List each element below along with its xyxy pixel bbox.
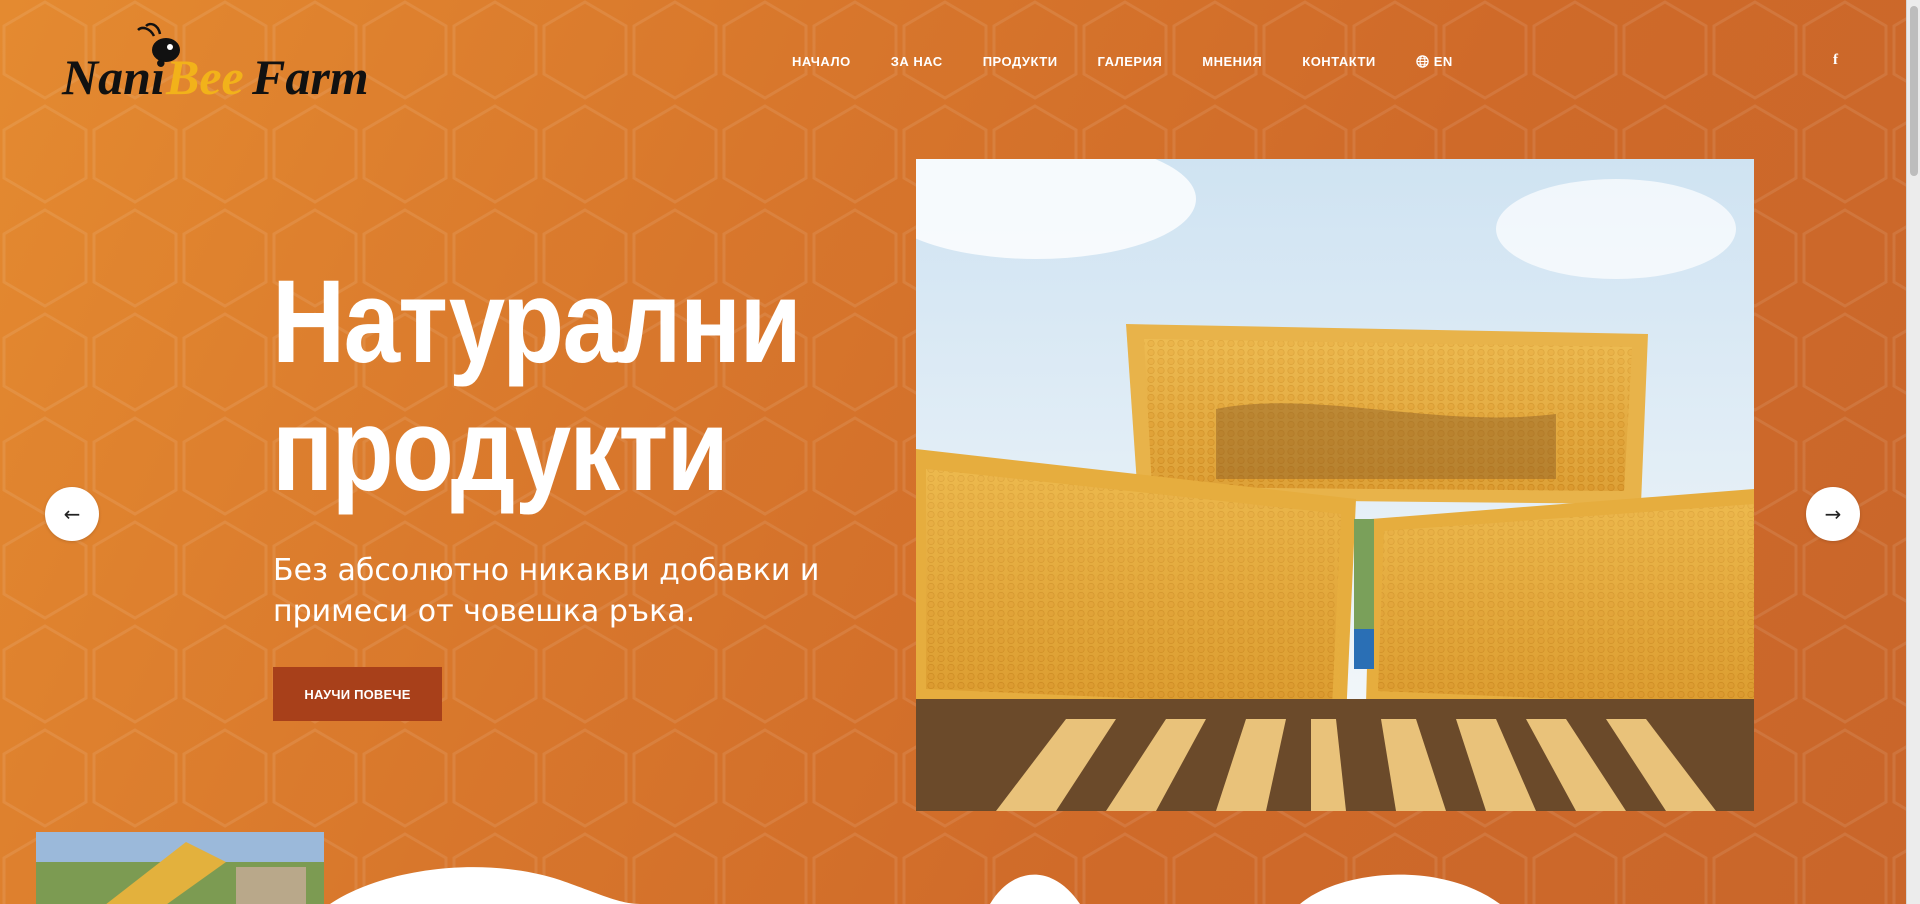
language-label: EN — [1433, 54, 1453, 69]
slide-subtitle: Без абсолютно никакви добавки и примеси … — [273, 550, 893, 632]
hero-section: Nani Bee Farm НАЧАЛО ЗА НАС ПРОДУКТИ ГАЛ… — [0, 0, 1920, 904]
nav-item-reviews[interactable]: МНЕНИЯ — [1202, 50, 1262, 73]
scrollbar-thumb[interactable] — [1910, 6, 1918, 176]
logo-text-farm: Farm — [251, 49, 369, 105]
nav-item-products[interactable]: ПРОДУКТИ — [983, 50, 1058, 73]
globe-icon — [1416, 55, 1429, 68]
nav-item-home[interactable]: НАЧАЛО — [792, 50, 851, 73]
language-switch[interactable]: EN — [1416, 50, 1453, 73]
slide-title-line1: Натурални — [272, 256, 802, 388]
slide-title-line2: продукти — [272, 384, 729, 516]
slider-prev-button[interactable]: ← — [45, 487, 99, 541]
nav-item-gallery[interactable]: ГАЛЕРИЯ — [1098, 50, 1163, 73]
bottom-wave-decoration — [330, 867, 1500, 904]
learn-more-button[interactable]: НАУЧИ ПОВЕЧЕ — [273, 667, 442, 721]
arrow-right-icon: → — [1824, 502, 1842, 526]
logo-text-nani: Nani — [61, 49, 165, 105]
slider-next-button[interactable]: → — [1806, 487, 1860, 541]
arrow-left-icon: ← — [63, 502, 81, 526]
nav-item-about[interactable]: ЗА НАС — [891, 50, 943, 73]
slide-subtitle-line2: примеси от човешка ръка. — [273, 594, 696, 629]
nav-item-contacts[interactable]: КОНТАКТИ — [1302, 50, 1376, 73]
facebook-icon[interactable]: f — [1833, 52, 1838, 69]
logo[interactable]: Nani Bee Farm — [61, 22, 392, 105]
slide-title: Натурални продукти — [272, 258, 805, 514]
main-nav: НАЧАЛО ЗА НАС ПРОДУКТИ ГАЛЕРИЯ МНЕНИЯ КО… — [792, 50, 1493, 73]
logo-text-bee: Bee — [165, 49, 244, 105]
vertical-scrollbar[interactable] — [1906, 0, 1920, 904]
slide-image — [916, 159, 1754, 811]
slide-subtitle-line1: Без абсолютно никакви добавки и — [273, 553, 820, 588]
